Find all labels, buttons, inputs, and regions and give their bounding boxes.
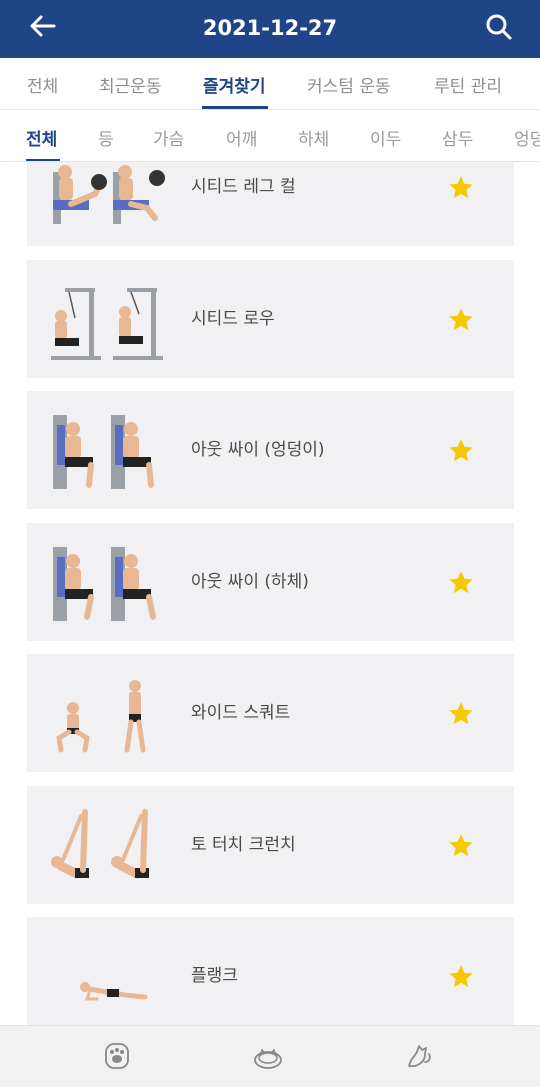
seated-row-illustration <box>51 288 163 360</box>
tab-back[interactable]: 등 <box>98 125 114 150</box>
exercise-name: 와이드 스쿼트 <box>191 703 291 723</box>
favorite-exercise-list[interactable]: 시티드 레그 컬 시티드 로우 아웃 싸이 (엉덩이) 아웃 싸이 (하체) 와… <box>0 162 540 1025</box>
paw-icon[interactable] <box>101 1040 133 1072</box>
exercise-card[interactable]: 아웃 싸이 (하체) <box>27 523 514 641</box>
hip-abductor-illustration <box>53 415 154 489</box>
tab-lower-body[interactable]: 하체 <box>298 125 329 150</box>
stretching-cat-icon[interactable] <box>403 1040 435 1072</box>
body-part-tab-bar[interactable]: 전체 등 가슴 어깨 하체 이두 삼두 엉덩 <box>0 110 540 162</box>
exercise-name: 플랭크 <box>191 966 238 986</box>
wide-squat-illustration <box>56 680 146 753</box>
exercise-name: 아웃 싸이 (하체) <box>191 572 309 592</box>
favorite-star-icon[interactable] <box>447 569 475 597</box>
main-tab-bar: 전체 최근운동 즐겨찾기 커스텀 운동 루틴 관리 <box>0 58 540 110</box>
bottom-navigation <box>0 1025 540 1087</box>
tab-all[interactable]: 전체 <box>27 72 58 97</box>
exercise-name: 시티드 레그 컬 <box>191 177 296 197</box>
favorite-star-icon[interactable] <box>447 306 475 334</box>
exercise-card[interactable]: 시티드 레그 컬 <box>27 162 514 246</box>
favorite-star-icon[interactable] <box>447 963 475 991</box>
exercise-card[interactable]: 시티드 로우 <box>27 260 514 378</box>
exercise-name: 시티드 로우 <box>191 309 275 329</box>
exercise-card[interactable]: 플랭크 <box>27 917 514 1025</box>
favorite-star-icon[interactable] <box>447 832 475 860</box>
tab-shoulder[interactable]: 어깨 <box>226 125 257 150</box>
favorite-star-icon[interactable] <box>447 174 475 202</box>
tab-routine-management[interactable]: 루틴 관리 <box>434 72 502 97</box>
tab-triceps[interactable]: 삼두 <box>442 125 473 150</box>
sleeping-cat-icon[interactable] <box>252 1040 284 1072</box>
tab-chest[interactable]: 가슴 <box>153 125 184 150</box>
exercise-card[interactable]: 와이드 스쿼트 <box>27 654 514 772</box>
app-header: 2021-12-27 <box>0 0 540 58</box>
favorite-star-icon[interactable] <box>447 437 475 465</box>
tab-glutes[interactable]: 엉덩 <box>514 125 540 150</box>
page-title: 2021-12-27 <box>202 16 338 40</box>
toe-touch-crunch-illustration <box>51 809 149 879</box>
exercise-name: 토 터치 크런치 <box>191 835 296 855</box>
tab-custom-exercise[interactable]: 커스텀 운동 <box>307 72 391 97</box>
favorite-star-icon[interactable] <box>447 700 475 728</box>
exercise-card[interactable]: 토 터치 크런치 <box>27 786 514 904</box>
exercise-card[interactable]: 아웃 싸이 (엉덩이) <box>27 391 514 509</box>
search-icon[interactable] <box>484 12 514 42</box>
exercise-name: 아웃 싸이 (엉덩이) <box>191 440 325 460</box>
hip-abductor-lower-illustration <box>53 547 156 621</box>
tab-biceps[interactable]: 이두 <box>370 125 401 150</box>
tab-recent[interactable]: 최근운동 <box>99 72 162 97</box>
tab-body-all[interactable]: 전체 <box>26 125 57 150</box>
active-tab-indicator <box>202 106 268 109</box>
tab-favorites[interactable]: 즐겨찾기 <box>203 72 266 97</box>
seated-leg-curl-illustration <box>53 165 165 224</box>
plank-illustration <box>80 982 148 1001</box>
